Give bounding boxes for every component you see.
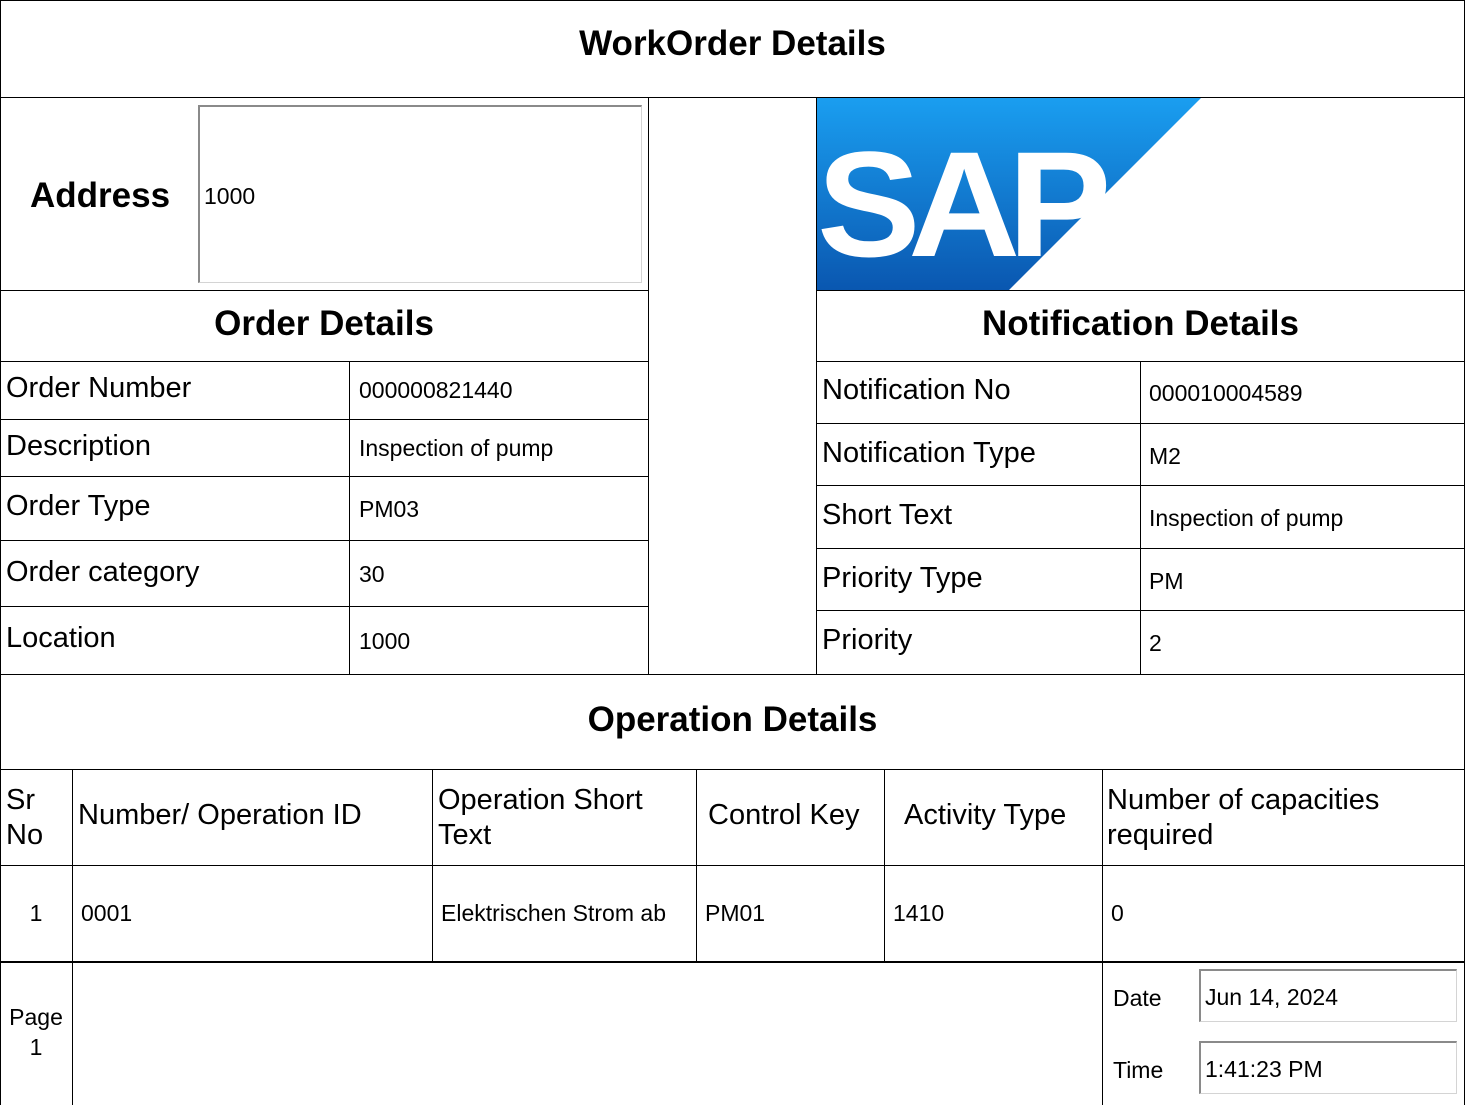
operations-header-top: [0, 769, 1465, 770]
notification-row-divider: [816, 548, 1465, 549]
order-location-label: Location: [6, 622, 116, 654]
col-header-control-key: Control Key: [708, 799, 860, 831]
address-bottom: [0, 290, 649, 291]
cell-activity-type: 1410: [893, 900, 945, 926]
order-column-divider: [349, 361, 350, 674]
priority-label: Priority: [822, 624, 913, 656]
cell-control-key: PM01: [705, 900, 766, 926]
address-label: Address: [30, 176, 171, 215]
notification-details-title: Notification Details: [982, 304, 1299, 343]
notification-row-divider: [816, 423, 1465, 424]
col-divider: [432, 769, 433, 962]
notification-column-divider: [1140, 361, 1141, 674]
page-indicator: Page 1: [0, 1002, 72, 1062]
order-location-value: 1000: [359, 628, 411, 654]
col-header-activity-type: Activity Type: [904, 799, 1067, 831]
address-value: 1000: [204, 183, 256, 209]
notification-no-label: Notification No: [822, 374, 1011, 406]
logo-bottom: [816, 290, 1465, 291]
col-header-sr-no: Sr No: [6, 784, 44, 851]
operations-top: [0, 674, 1465, 675]
order-row-divider: [0, 540, 649, 541]
col-divider: [1102, 769, 1103, 1105]
col-divider: [72, 769, 73, 1105]
notification-row-divider: [816, 610, 1465, 611]
order-row-divider: [0, 476, 649, 477]
col-header-operation-id: Number/ Operation ID: [78, 799, 362, 831]
col-header-short-text: Operation Short Text: [438, 784, 643, 851]
cell-capacities: 0: [1111, 900, 1124, 926]
page-title: WorkOrder Details: [579, 24, 886, 63]
order-details-title: Order Details: [214, 304, 434, 343]
col-header-capacities: Number of capacities required: [1107, 784, 1380, 851]
order-header-bottom: [0, 361, 649, 362]
col-divider: [696, 769, 697, 962]
cell-sr: 1: [29, 900, 43, 926]
priority-value: 2: [1149, 630, 1162, 656]
notification-no-value: 000010004589: [1149, 380, 1303, 406]
date-field: Jun 14, 2024: [1199, 969, 1457, 1022]
order-description-label: Description: [6, 430, 152, 462]
priority-type-label: Priority Type: [822, 562, 983, 594]
page-label: Page: [9, 1004, 63, 1030]
order-category-label: Order category: [6, 556, 200, 588]
short-text-value: Inspection of pump: [1149, 505, 1344, 531]
time-label: Time: [1113, 1057, 1164, 1083]
sap-logo-graphic: SAP: [817, 98, 1201, 290]
notification-row-divider: [816, 485, 1465, 486]
time-value: 1:41:23 PM: [1205, 1056, 1323, 1082]
operation-details-title: Operation Details: [587, 700, 878, 739]
order-row-divider: [0, 606, 649, 607]
cell-operation-id: 0001: [81, 900, 133, 926]
order-row-divider: [0, 419, 649, 420]
date-label: Date: [1113, 985, 1162, 1011]
short-text-label: Short Text: [822, 499, 953, 531]
page-number: 1: [29, 1034, 43, 1060]
date-value: Jun 14, 2024: [1205, 984, 1339, 1010]
order-category-value: 30: [359, 561, 385, 587]
sap-logo-text: SAP: [817, 120, 1106, 288]
order-right-border: [648, 97, 649, 674]
col-divider: [884, 769, 885, 962]
time-field: 1:41:23 PM: [1199, 1041, 1457, 1094]
cell-short-text: Elektrischen Strom ab: [441, 900, 666, 926]
frame-left: [0, 0, 1, 1105]
notification-type-label: Notification Type: [822, 437, 1036, 469]
order-number-value: 000000821440: [359, 377, 513, 403]
operations-header-bottom: [0, 865, 1465, 866]
sap-logo: SAP: [817, 98, 1465, 290]
order-type-label: Order Type: [6, 490, 151, 522]
operations-body-bottom: [0, 961, 1465, 963]
frame-top: [0, 0, 1465, 1]
notification-type-value: M2: [1149, 443, 1181, 469]
order-description-value: Inspection of pump: [359, 435, 554, 461]
address-field: 1000: [198, 105, 642, 283]
order-number-label: Order Number: [6, 372, 192, 404]
order-type-value: PM03: [359, 496, 420, 522]
priority-type-value: PM: [1149, 568, 1184, 594]
